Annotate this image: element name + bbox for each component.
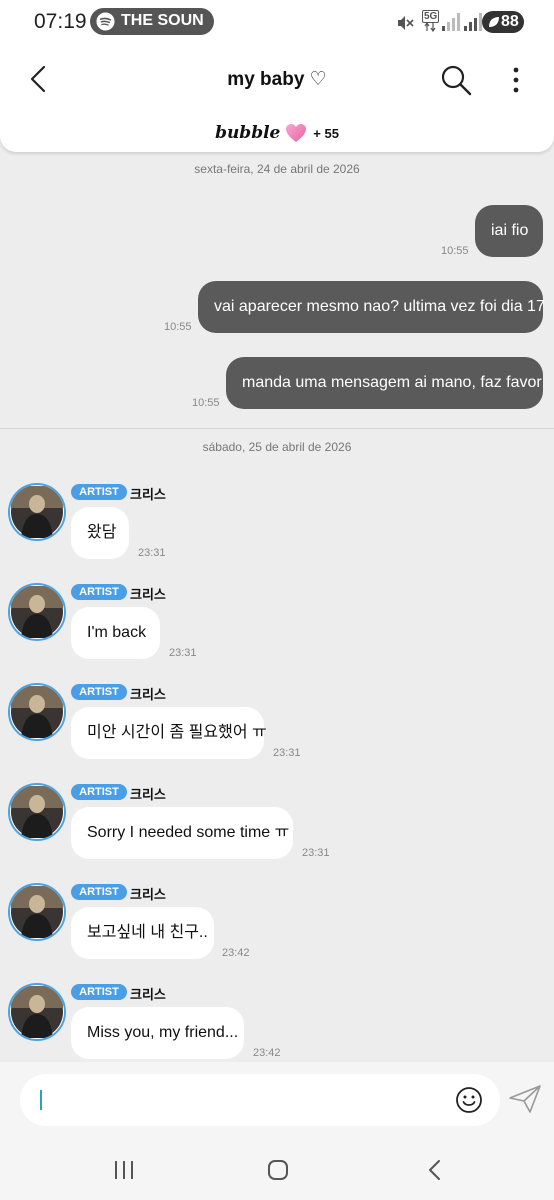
- signal-icon-1: [442, 13, 460, 31]
- message-input[interactable]: [20, 1074, 500, 1126]
- emoji-icon[interactable]: [455, 1086, 483, 1114]
- text-cursor: [40, 1090, 42, 1110]
- spotify-now-playing-chip[interactable]: THE SOUN: [90, 8, 214, 35]
- message-time: 23:31: [169, 647, 197, 659]
- sender-name: 크리스: [130, 887, 166, 902]
- message-time: 23:31: [138, 547, 166, 559]
- message-time: 23:42: [253, 1047, 281, 1059]
- received-message-bubble[interactable]: Miss you, my friend...: [71, 1007, 244, 1059]
- artist-avatar[interactable]: [8, 883, 66, 941]
- sender-name: 크리스: [130, 987, 166, 1002]
- message-time: 10:55: [164, 321, 192, 333]
- message-time: 23:31: [273, 747, 301, 759]
- mute-icon: [398, 16, 414, 30]
- home-icon[interactable]: [266, 1158, 290, 1182]
- sent-message-bubble[interactable]: manda uma mensagem ai mano, faz favor: [226, 357, 543, 409]
- sender-name: 크리스: [130, 587, 166, 602]
- sent-message-bubble[interactable]: iai fio: [475, 205, 543, 257]
- received-message-bubble[interactable]: 왔담: [71, 507, 129, 559]
- signal-icon-2: [464, 13, 482, 31]
- date-separator: sexta-feira, 24 de abril de 2026: [194, 162, 360, 176]
- message-time: 23:31: [302, 847, 330, 859]
- artist-badge: ARTIST: [71, 484, 127, 500]
- artist-avatar[interactable]: [8, 483, 66, 541]
- recent-apps-icon[interactable]: [112, 1158, 136, 1182]
- search-icon[interactable]: [440, 64, 472, 96]
- spotify-label: THE SOUN: [121, 12, 204, 29]
- sent-message-bubble[interactable]: vai aparecer mesmo nao? ultima vez foi d…: [198, 281, 545, 333]
- nav-back-icon[interactable]: [424, 1158, 444, 1182]
- received-message-bubble[interactable]: Sorry I needed some time ㅠ: [71, 807, 293, 859]
- data-arrows-icon: [424, 22, 436, 32]
- status-bar: 07:19 THE SOUN 5G 88: [0, 0, 554, 44]
- date-separator: sábado, 25 de abril de 2026: [202, 440, 352, 454]
- artist-avatar[interactable]: [8, 783, 66, 841]
- avatar-photo: [11, 586, 63, 638]
- chat-header: my baby ♡ bubble + 55: [0, 44, 554, 152]
- battery-saver-icon: [489, 17, 499, 27]
- avatar-photo: [11, 986, 63, 1038]
- avatar-photo: [11, 786, 63, 838]
- artist-badge: ARTIST: [71, 584, 127, 600]
- bubble-member-row[interactable]: bubble + 55: [0, 123, 554, 147]
- sender-name: 크리스: [130, 687, 166, 702]
- bubble-logo: bubble: [215, 123, 281, 143]
- artist-avatar[interactable]: [8, 583, 66, 641]
- heart-icon: [285, 124, 306, 142]
- avatar-photo: [11, 686, 63, 738]
- received-message-bubble[interactable]: 보고싶네 내 친구..: [71, 907, 214, 959]
- artist-badge: ARTIST: [71, 984, 127, 1000]
- message-time: 10:55: [192, 397, 220, 409]
- bubble-member-count: + 55: [313, 125, 339, 141]
- message-composer: [0, 1062, 554, 1140]
- artist-badge: ARTIST: [71, 684, 127, 700]
- artist-badge: ARTIST: [71, 784, 127, 800]
- sender-name: 크리스: [130, 487, 166, 502]
- status-time: 07:19: [34, 10, 87, 33]
- system-nav-bar: [0, 1140, 554, 1200]
- message-time: 23:42: [222, 947, 250, 959]
- received-message-bubble[interactable]: I'm back: [71, 607, 160, 659]
- message-time: 10:55: [441, 245, 469, 257]
- artist-badge: ARTIST: [71, 884, 127, 900]
- received-message-bubble[interactable]: 미안 시간이 좀 필요했어 ㅠ: [71, 707, 267, 759]
- sender-name: 크리스: [130, 787, 166, 802]
- day-divider: [0, 428, 554, 429]
- avatar-photo: [11, 886, 63, 938]
- artist-avatar[interactable]: [8, 683, 66, 741]
- more-options-icon[interactable]: [504, 64, 528, 96]
- battery-indicator: 88: [482, 11, 524, 33]
- avatar-photo: [11, 486, 63, 538]
- battery-level: 88: [501, 13, 519, 30]
- send-icon[interactable]: [508, 1084, 542, 1114]
- spotify-icon: [96, 12, 115, 31]
- artist-avatar[interactable]: [8, 983, 66, 1041]
